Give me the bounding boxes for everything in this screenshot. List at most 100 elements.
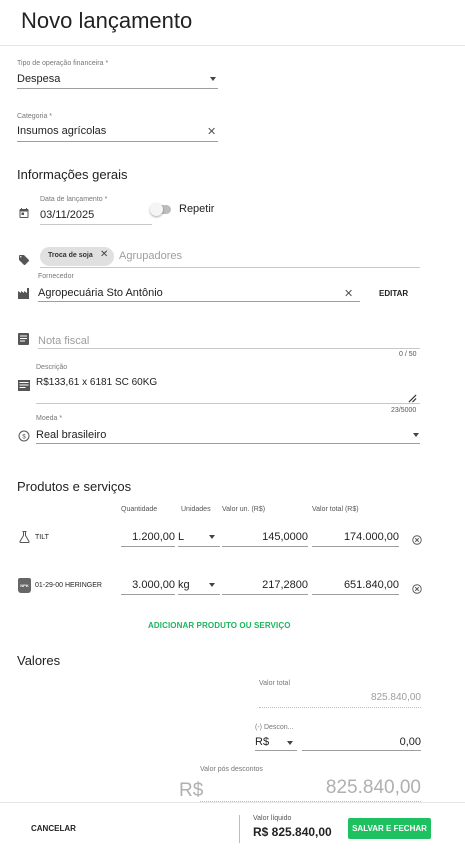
tipo-operacao-value: Despesa (17, 73, 61, 85)
valor-liquido-value: R$ 825.840,00 (253, 825, 332, 839)
valor-total-input[interactable]: 174.000,00 (312, 531, 399, 543)
pos-descontos-value: 825.840,00 (325, 777, 421, 798)
nota-fiscal-counter: 0 / 50 (399, 351, 417, 358)
valor-un-input[interactable]: 145,0000 (222, 531, 308, 543)
product-name: 01-29-00 HERINGER (35, 582, 102, 589)
save-and-close-button[interactable]: SALVAR E FECHAR (348, 818, 431, 839)
valor-total-value: 825.840,00 (370, 692, 421, 703)
table-row: TILT 1.200,00 L 145,0000 174.000,00 (0, 522, 465, 552)
quantidade-input[interactable]: 3.000,00 (121, 579, 175, 591)
moeda-value: Real brasileiro (36, 429, 107, 441)
underline (38, 301, 360, 302)
remove-row-icon[interactable] (412, 532, 422, 550)
unidade-value: L (178, 531, 185, 543)
descricao-value: R$133,61 x 6181 SC 60KG (36, 377, 158, 388)
repetir-toggle[interactable]: Repetir (150, 202, 216, 218)
chevron-down-icon (209, 583, 215, 587)
cancel-button[interactable]: CANCELAR (31, 824, 76, 833)
unidade-value: kg (178, 579, 190, 591)
clear-icon[interactable]: ✕ (207, 127, 216, 138)
categoria-label: Categoria * (17, 113, 53, 120)
moeda-label: Moeda * (36, 415, 63, 422)
col-header-quantidade: Quantidade (121, 506, 158, 513)
remove-row-icon[interactable] (412, 581, 422, 599)
underline (302, 750, 421, 751)
underline (36, 403, 420, 404)
pos-descontos-currency: R$ (179, 780, 204, 801)
calendar-icon (18, 207, 30, 219)
col-header-unidades: Unidades (181, 506, 211, 513)
fornecedor-label: Fornecedor (38, 273, 74, 280)
table-row: NPK 01-29-00 HERINGER 3.000,00 kg 217,28… (0, 570, 465, 600)
valor-total-input[interactable]: 651.840,00 (312, 579, 399, 591)
footer-divider (0, 802, 465, 803)
resize-handle-icon[interactable] (408, 390, 417, 408)
underline (255, 750, 297, 751)
agrupador-chip[interactable]: Troca de soja ✕ (40, 247, 114, 266)
chevron-down-icon (413, 433, 419, 437)
unidade-select[interactable]: kg (178, 577, 220, 595)
section-produtos: Produtos e serviços (17, 479, 132, 494)
col-header-valor-un: Valor un. (R$) (222, 506, 266, 513)
valor-un-input[interactable]: 217,2800 (222, 579, 308, 591)
unidade-select[interactable]: L (178, 529, 220, 547)
data-lancamento-field[interactable]: Data de lançamento * 03/11/2025 (40, 195, 152, 225)
underline (312, 546, 399, 547)
svg-text:$: $ (22, 434, 26, 440)
col-header-valor-total: Valor total (R$) (312, 506, 359, 513)
data-lancamento-value: 03/11/2025 (40, 209, 95, 221)
chevron-down-icon (209, 535, 215, 539)
underline (121, 594, 175, 595)
repetir-label: Repetir (179, 203, 215, 215)
desconto-input[interactable]: 0,00 (302, 736, 421, 748)
underline (121, 546, 175, 547)
chevron-down-icon (287, 741, 293, 745)
underline (222, 594, 308, 595)
underline (40, 267, 420, 268)
factory-icon (18, 288, 31, 299)
pos-descontos-label: Valor pós descontos (200, 766, 263, 773)
underline (17, 88, 218, 89)
chip-label: Troca de soja (48, 252, 93, 259)
categoria-value: Insumos agrícolas (17, 125, 107, 137)
categoria-select[interactable]: Categoria * Insumos agrícolas ✕ (17, 111, 218, 143)
chevron-down-icon (210, 77, 216, 81)
fertilizer-bag-icon: NPK (18, 578, 31, 593)
underline (17, 141, 218, 142)
clear-icon[interactable]: ✕ (344, 289, 353, 300)
desconto-currency-select[interactable]: R$ (255, 734, 297, 751)
add-product-button[interactable]: ADICIONAR PRODUTO OU SERVIÇO (148, 621, 291, 630)
descricao-label: Descrição (36, 364, 68, 371)
quantidade-input[interactable]: 1.200,00 (121, 531, 175, 543)
valor-total-label: Valor total (259, 680, 290, 687)
fornecedor-value: Agropecuária Sto Antônio (38, 287, 163, 299)
underline-dotted (259, 707, 421, 708)
desconto-currency-value: R$ (255, 736, 270, 748)
valor-liquido-label: Valor líquido (253, 815, 292, 822)
underline (40, 224, 152, 225)
header-divider (0, 45, 465, 46)
flask-icon (19, 531, 30, 543)
underline (38, 348, 420, 349)
page-title: Novo lançamento (21, 8, 193, 33)
section-valores: Valores (17, 653, 61, 668)
tipo-operacao-select[interactable]: Tipo de operação financeira * Despesa (17, 58, 218, 90)
descricao-field[interactable]: Descrição R$133,61 x 6181 SC 60KG (36, 363, 420, 405)
data-lancamento-label: Data de lançamento * (40, 196, 108, 203)
footer-separator (239, 815, 240, 843)
underline (312, 594, 399, 595)
toggle-thumb (150, 203, 163, 216)
moeda-select[interactable]: Moeda * Real brasileiro (36, 413, 420, 445)
currency-icon: $ (18, 430, 30, 442)
tipo-operacao-label: Tipo de operação financeira * (17, 60, 109, 67)
nota-fiscal-input[interactable]: Nota fiscal (38, 335, 89, 347)
chip-remove-icon[interactable]: ✕ (100, 250, 108, 260)
product-name: TILT (35, 534, 49, 541)
receipt-icon (18, 333, 29, 345)
fornecedor-field[interactable]: Fornecedor Agropecuária Sto Antônio ✕ (38, 272, 360, 302)
editar-fornecedor-button[interactable]: EDITAR (379, 289, 408, 298)
description-icon (18, 380, 30, 391)
agrupadores-input[interactable]: Agrupadores (119, 250, 182, 262)
tag-icon (18, 254, 30, 266)
underline (222, 546, 308, 547)
